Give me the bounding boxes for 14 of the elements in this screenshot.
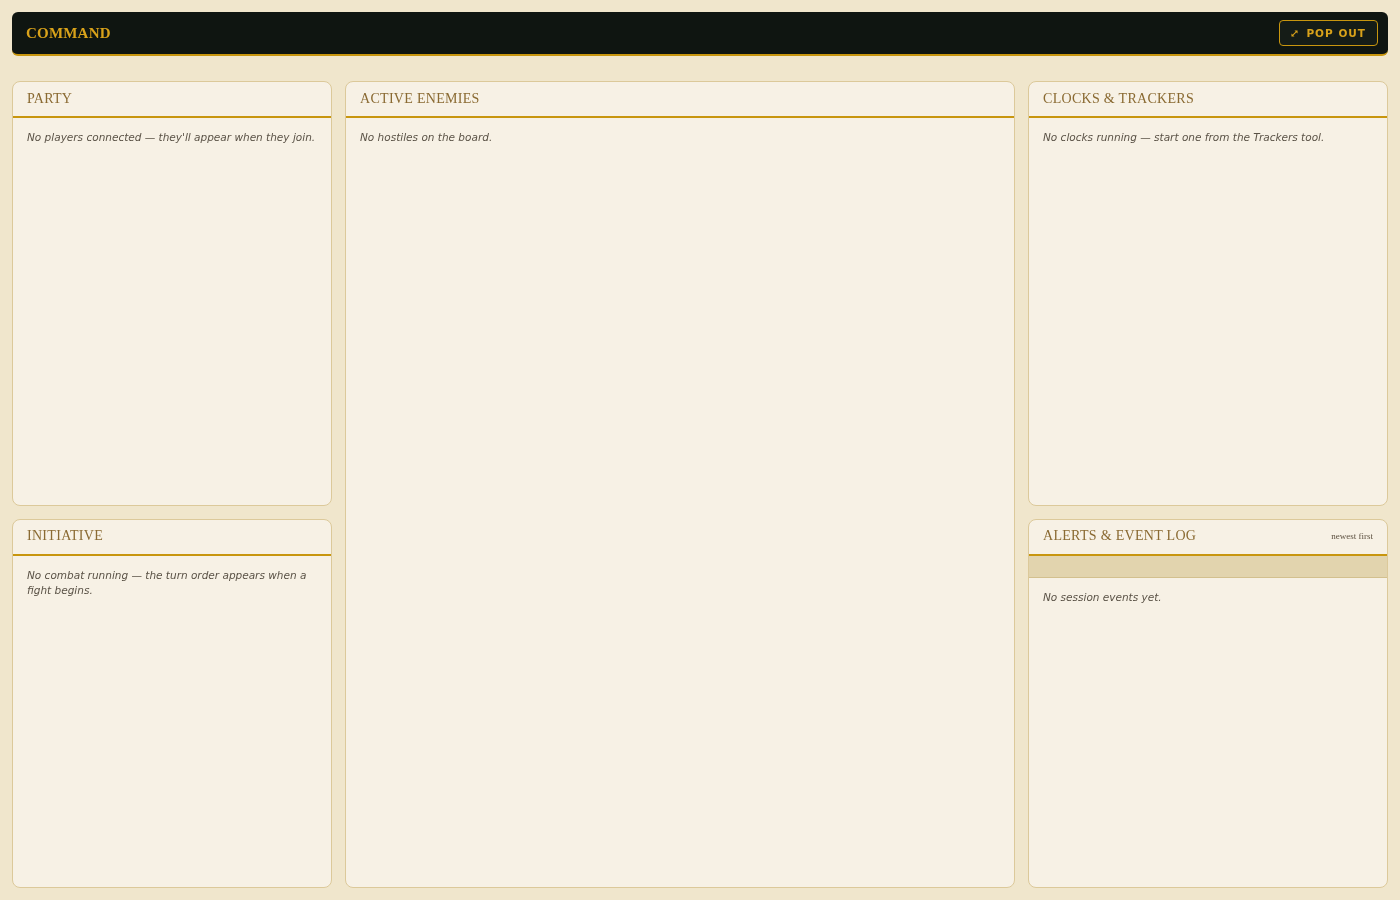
panel-title: INITIATIVE: [27, 528, 104, 546]
pop-out-button[interactable]: POP OUT: [1279, 20, 1378, 46]
empty-state-text: No session events yet.: [1043, 589, 1163, 605]
app-title: COMMAND: [26, 23, 111, 43]
expand-arrow-icon: [1291, 29, 1299, 37]
sort-order-label: newest first: [1331, 530, 1373, 544]
empty-state-text: No combat running — the turn order appears when a fight begins.: [27, 567, 308, 598]
panel-title: ACTIVE ENEMIES: [360, 90, 480, 108]
empty-state-text: No clocks running — start one from the Trackers tool.: [1043, 130, 1326, 145]
panel-title: CLOCKS & TRACKERS: [1043, 90, 1195, 108]
empty-state-text: No hostiles on the board.: [360, 130, 494, 145]
panel-title: ALERTS & EVENT LOG: [1043, 528, 1197, 546]
panel-title: PARTY: [27, 90, 73, 108]
empty-state-text: No players connected — they'll appear when they join.: [27, 130, 317, 145]
